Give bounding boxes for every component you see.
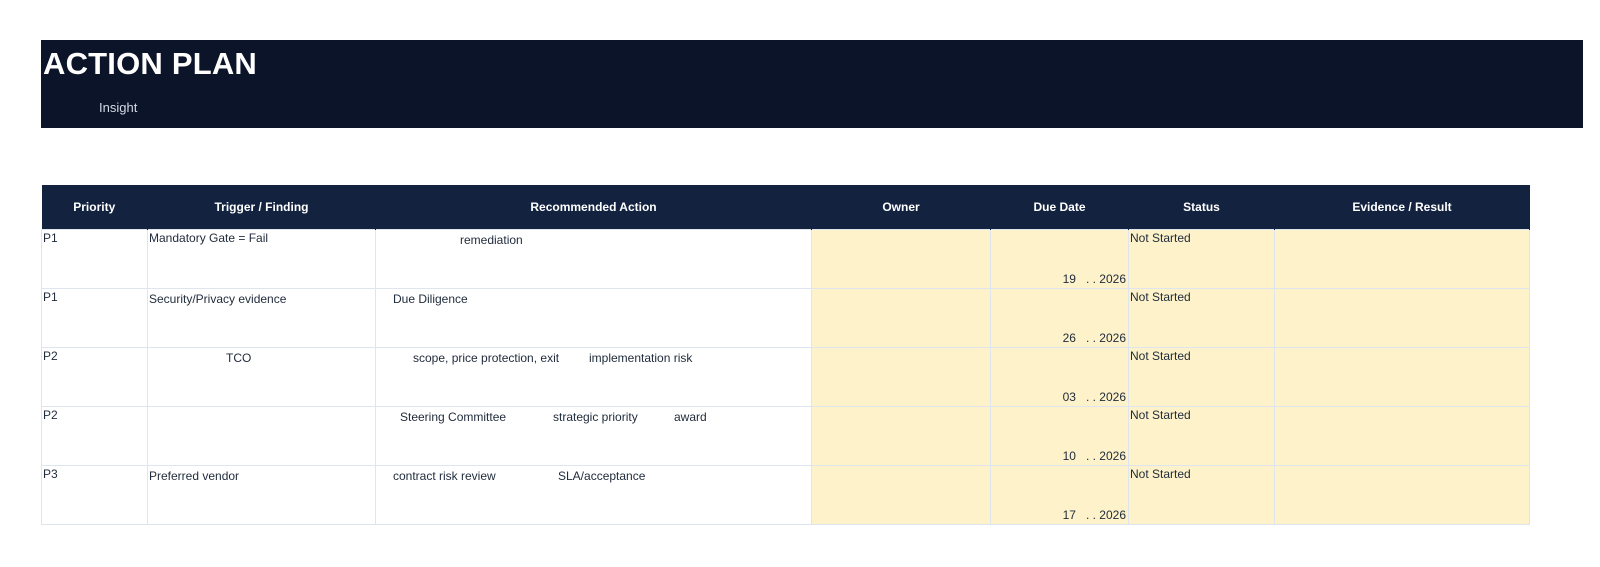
column-header-owner[interactable]: Owner	[811, 185, 991, 230]
due-separator: . .	[1085, 272, 1096, 286]
due-day: 17	[1062, 508, 1076, 522]
priority-value: P3	[43, 467, 58, 481]
due-year: 2026	[1099, 272, 1126, 286]
action-fragment: remediation	[460, 233, 523, 247]
trigger-value: Security/Privacy evidence	[149, 292, 287, 306]
table-row: P1 Mandatory Gate = Fail remediation 19.…	[41, 229, 1530, 289]
trigger-cell[interactable]: Preferred vendor	[147, 465, 376, 525]
evidence-cell[interactable]	[1274, 288, 1530, 348]
due-date-cell[interactable]: 10 . . 2026	[990, 406, 1129, 466]
status-cell[interactable]: Not Started	[1128, 288, 1275, 348]
due-separator: . .	[1085, 390, 1096, 404]
column-header-status[interactable]: Status	[1128, 185, 1275, 230]
due-separator: . .	[1085, 508, 1096, 522]
action-cell[interactable]: remediation	[375, 229, 812, 289]
due-date-value: 26 . . 2026	[1063, 331, 1126, 345]
due-date-value: 17 . . 2026	[1063, 508, 1126, 522]
action-fragment: strategic priority	[553, 410, 638, 424]
action-cell[interactable]: scope, price protection, exit implementa…	[375, 347, 812, 407]
priority-value: P1	[43, 290, 58, 304]
column-header-evidence[interactable]: Evidence / Result	[1274, 185, 1530, 230]
action-plan-table: Priority Trigger / Finding Recommended A…	[41, 185, 1530, 525]
trigger-value: Preferred vendor	[149, 469, 240, 483]
trigger-value: Mandatory Gate = Fail	[149, 231, 269, 245]
action-fragment: implementation risk	[589, 351, 693, 365]
due-year: 2026	[1099, 390, 1126, 404]
trigger-value: TCO	[226, 351, 252, 365]
evidence-cell[interactable]	[1274, 229, 1530, 289]
priority-cell[interactable]: P1	[41, 288, 148, 348]
due-date-cell[interactable]: 26 . . 2026	[990, 288, 1129, 348]
priority-value: P1	[43, 231, 58, 245]
due-day: 10	[1062, 449, 1076, 463]
due-year: 2026	[1099, 331, 1126, 345]
due-date-cell[interactable]: 03 . . 2026	[990, 347, 1129, 407]
owner-cell[interactable]	[811, 229, 991, 289]
due-day: 19	[1062, 272, 1076, 286]
trigger-cell[interactable]: Security/Privacy evidence	[147, 288, 376, 348]
table-row: P3 Preferred vendor contract risk review…	[41, 465, 1530, 525]
trigger-cell[interactable]	[147, 406, 376, 466]
owner-cell[interactable]	[811, 347, 991, 407]
action-fragment: contract risk review	[393, 469, 496, 483]
action-fragment: Due Diligence	[393, 292, 468, 306]
due-date-cell[interactable]: 17 . . 2026	[990, 465, 1129, 525]
due-date-value: 19 . . 2026	[1063, 272, 1126, 286]
trigger-cell[interactable]: Mandatory Gate = Fail	[147, 229, 376, 289]
priority-cell[interactable]: P3	[41, 465, 148, 525]
action-cell[interactable]: contract risk review SLA/acceptance	[375, 465, 812, 525]
table-row: P2 TCO scope, price protection, exit imp…	[41, 347, 1530, 407]
evidence-cell[interactable]	[1274, 406, 1530, 466]
owner-cell[interactable]	[811, 465, 991, 525]
due-separator: . .	[1085, 449, 1096, 463]
header-banner: ACTION PLAN Insight	[41, 40, 1583, 128]
priority-value: P2	[43, 349, 58, 363]
table-row: P2 Steering Committee strategic priority…	[41, 406, 1530, 466]
due-year: 2026	[1099, 449, 1126, 463]
due-separator: . .	[1085, 331, 1096, 345]
due-day: 03	[1062, 390, 1076, 404]
action-cell[interactable]: Due Diligence	[375, 288, 812, 348]
due-day: 26	[1062, 331, 1076, 345]
table-row: P1 Security/Privacy evidence Due Diligen…	[41, 288, 1530, 348]
trigger-cell[interactable]: TCO	[147, 347, 376, 407]
status-value: Not Started	[1130, 349, 1191, 363]
column-header-due-date[interactable]: Due Date	[990, 185, 1129, 230]
owner-cell[interactable]	[811, 406, 991, 466]
status-cell[interactable]: Not Started	[1128, 229, 1275, 289]
status-cell[interactable]: Not Started	[1128, 465, 1275, 525]
column-header-priority[interactable]: Priority	[41, 185, 148, 230]
action-fragment: award	[674, 410, 707, 424]
table-header-row: Priority Trigger / Finding Recommended A…	[41, 185, 1530, 230]
action-cell[interactable]: Steering Committee strategic priority aw…	[375, 406, 812, 466]
evidence-cell[interactable]	[1274, 465, 1530, 525]
column-header-trigger[interactable]: Trigger / Finding	[147, 185, 376, 230]
status-value: Not Started	[1130, 467, 1191, 481]
page-title: ACTION PLAN	[43, 46, 258, 81]
priority-value: P2	[43, 408, 58, 422]
due-date-cell[interactable]: 19 . . 2026	[990, 229, 1129, 289]
status-value: Not Started	[1130, 408, 1191, 422]
owner-cell[interactable]	[811, 288, 991, 348]
action-fragment: Steering Committee	[400, 410, 507, 424]
due-date-value: 03 . . 2026	[1063, 390, 1126, 404]
status-cell[interactable]: Not Started	[1128, 347, 1275, 407]
status-value: Not Started	[1130, 290, 1191, 304]
priority-cell[interactable]: P2	[41, 406, 148, 466]
status-cell[interactable]: Not Started	[1128, 406, 1275, 466]
priority-cell[interactable]: P2	[41, 347, 148, 407]
column-header-action[interactable]: Recommended Action	[375, 185, 812, 230]
status-value: Not Started	[1130, 231, 1191, 245]
due-date-value: 10 . . 2026	[1063, 449, 1126, 463]
due-year: 2026	[1099, 508, 1126, 522]
page-subtitle: Insight	[99, 100, 138, 115]
action-fragment: SLA/acceptance	[558, 469, 646, 483]
action-fragment: scope, price protection, exit	[413, 351, 560, 365]
evidence-cell[interactable]	[1274, 347, 1530, 407]
priority-cell[interactable]: P1	[41, 229, 148, 289]
